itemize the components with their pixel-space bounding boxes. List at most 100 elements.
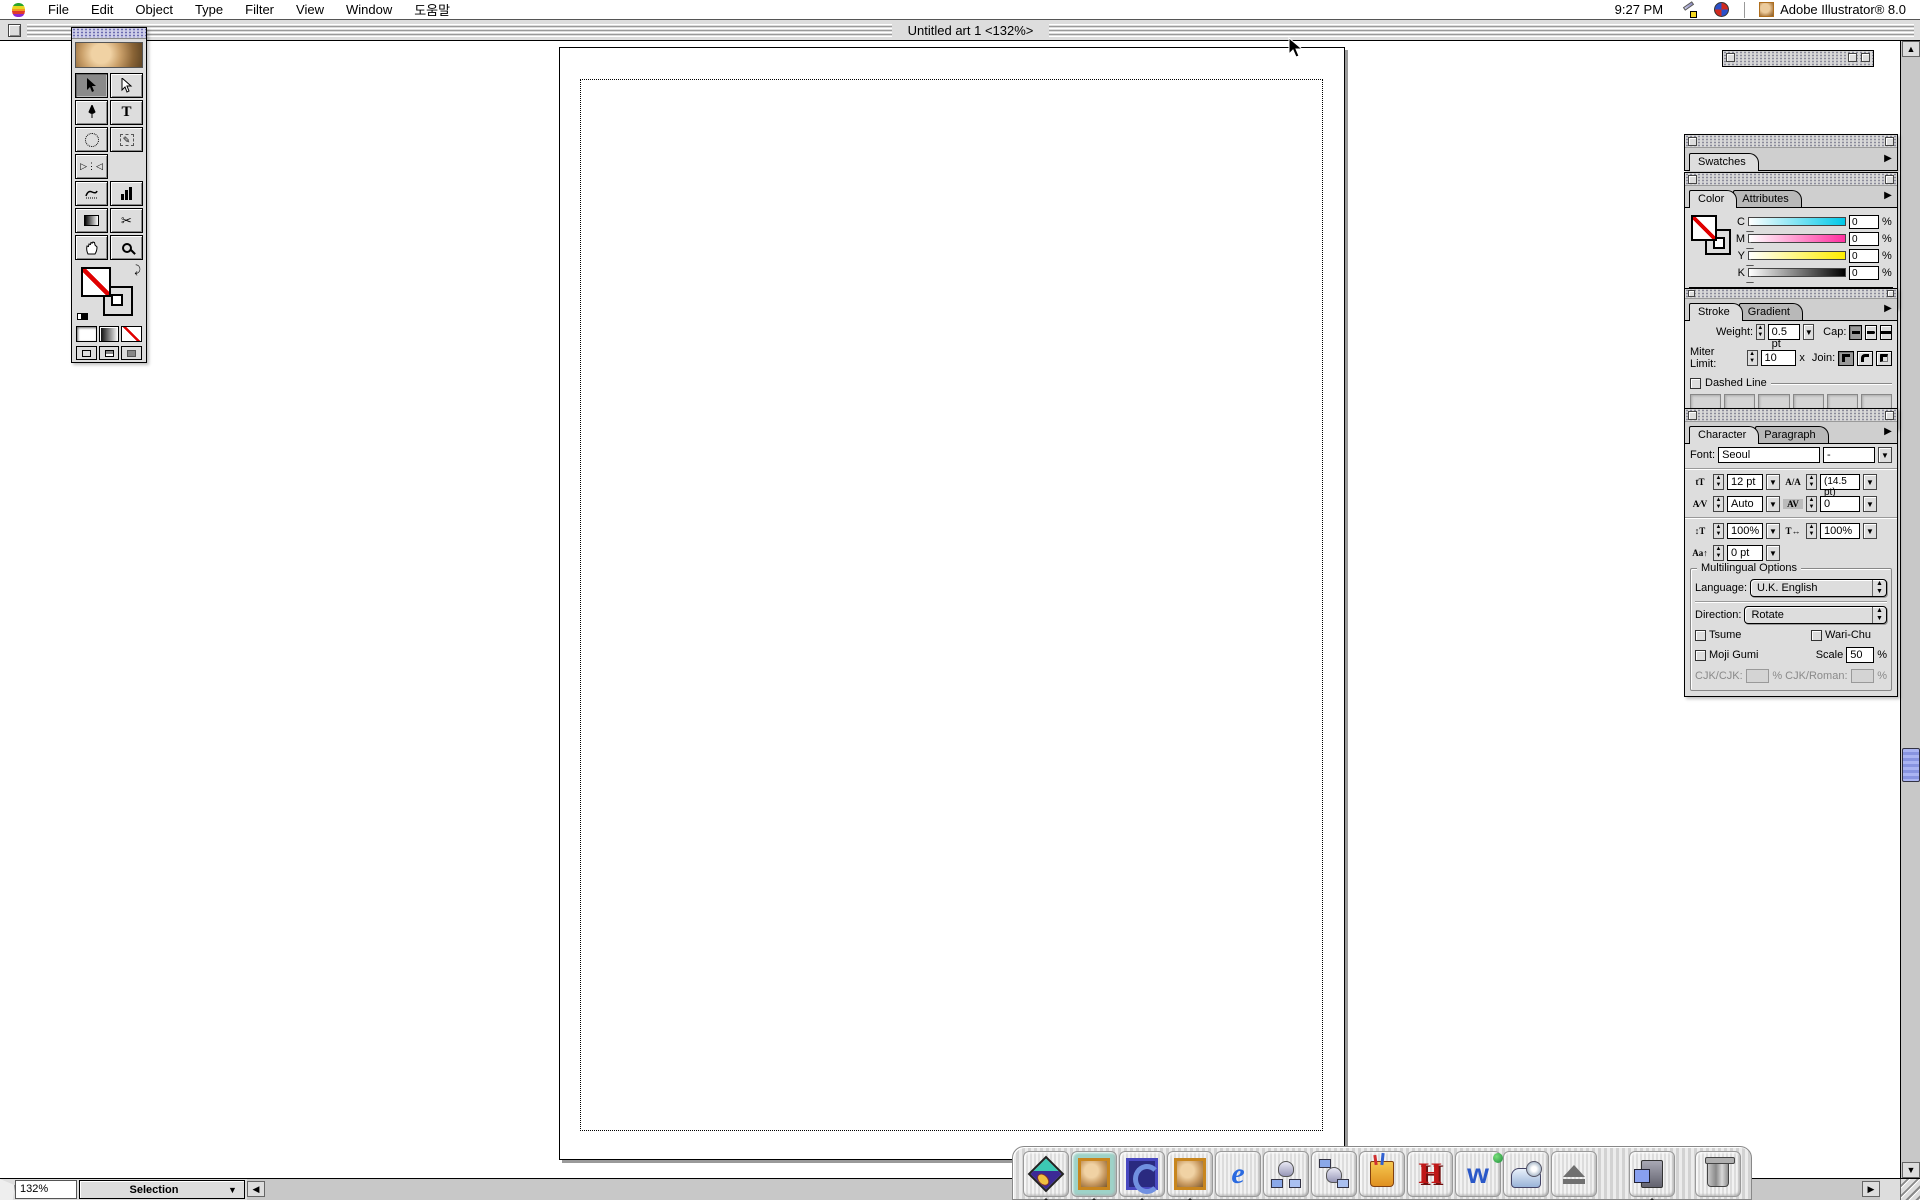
hscale-stepper[interactable]: ▲▼: [1806, 523, 1817, 539]
leading-stepper[interactable]: ▲▼: [1806, 474, 1817, 490]
tab-attributes[interactable]: Attributes: [1733, 190, 1801, 207]
tab-swatches[interactable]: Swatches: [1689, 153, 1759, 171]
scale-field[interactable]: 50: [1846, 647, 1874, 663]
vscale-stepper[interactable]: ▲▼: [1713, 523, 1724, 539]
palette-close-box[interactable]: [1688, 137, 1697, 146]
fullscreen-mode-button[interactable]: [121, 346, 142, 360]
size-stepper[interactable]: ▲▼: [1713, 474, 1724, 490]
miter-join-button[interactable]: [1838, 351, 1854, 366]
font-name-field[interactable]: Seoul: [1718, 447, 1820, 463]
black-value-field[interactable]: 0: [1849, 266, 1879, 280]
scroll-down-button[interactable]: ▼: [1902, 1162, 1920, 1178]
palette-close-box[interactable]: [1688, 290, 1695, 297]
yellow-slider[interactable]: [1748, 251, 1846, 260]
magenta-slider[interactable]: [1748, 234, 1846, 243]
artboard-page[interactable]: [559, 47, 1345, 1160]
collapsed-palette-title[interactable]: [1723, 51, 1873, 66]
swap-fill-stroke-icon[interactable]: ⤸: [134, 264, 141, 277]
reflect-tool[interactable]: ▷⋮◁: [75, 154, 108, 179]
default-fill-stroke-icon[interactable]: [77, 313, 88, 322]
palette-zoom-box[interactable]: [1848, 53, 1857, 62]
palette-menu-button[interactable]: ▶: [1882, 425, 1894, 439]
hand-tool[interactable]: [75, 235, 108, 260]
dock-item-print-spool-2[interactable]: [1311, 1151, 1357, 1197]
menu-edit[interactable]: Edit: [80, 0, 124, 20]
character-title-bar[interactable]: [1685, 409, 1897, 422]
vertical-scrollbar[interactable]: ▲ ▼: [1900, 41, 1920, 1178]
miter-stepper[interactable]: ▲▼: [1747, 350, 1758, 366]
menu-view[interactable]: View: [285, 0, 335, 20]
menu-window[interactable]: Window: [335, 0, 403, 20]
baseline-field[interactable]: 0 pt: [1727, 545, 1763, 561]
rotate-tool[interactable]: [75, 127, 108, 152]
graph-tool[interactable]: [110, 181, 143, 206]
magenta-value-field[interactable]: 0: [1849, 232, 1879, 246]
warichu-checkbox[interactable]: [1811, 630, 1822, 641]
application-menu-label[interactable]: Adobe Illustrator® 8.0: [1780, 2, 1920, 17]
free-transform-tool[interactable]: ✎: [110, 127, 143, 152]
palette-collapse-box[interactable]: [1885, 411, 1894, 420]
palette-collapse-box[interactable]: [1861, 53, 1870, 62]
dock-item-eject[interactable]: [1551, 1151, 1597, 1197]
direct-selection-tool[interactable]: [110, 73, 143, 98]
font-style-field[interactable]: -: [1823, 447, 1875, 463]
round-join-button[interactable]: [1857, 351, 1873, 366]
palette-collapse-box[interactable]: [1885, 137, 1894, 146]
baseline-dropdown-button[interactable]: ▼: [1766, 545, 1780, 561]
gradient-tool[interactable]: [75, 208, 108, 233]
menu-type[interactable]: Type: [184, 0, 234, 20]
standard-screen-mode-button[interactable]: [76, 346, 97, 360]
palette-menu-button[interactable]: ▶: [1882, 152, 1894, 166]
dock-item-blue-swirl-app[interactable]: [1119, 1151, 1165, 1197]
scroll-left-button[interactable]: ◀: [247, 1181, 265, 1197]
palette-close-box[interactable]: [1688, 411, 1697, 420]
palette-close-box[interactable]: [1688, 175, 1697, 184]
dock-item-internet-explorer[interactable]: e: [1215, 1151, 1261, 1197]
dock-item-stationery-cup[interactable]: [1359, 1151, 1405, 1197]
dock-item-word-w[interactable]: w: [1455, 1151, 1501, 1197]
hscale-dropdown-button[interactable]: ▼: [1863, 523, 1877, 539]
tsume-checkbox[interactable]: [1695, 630, 1706, 641]
tab-gradient[interactable]: Gradient: [1739, 303, 1803, 320]
color-title-bar[interactable]: [1685, 173, 1897, 186]
type-tool[interactable]: T: [110, 100, 143, 125]
tracking-field[interactable]: 0: [1820, 496, 1860, 512]
zoom-level-field[interactable]: 132%: [15, 1180, 77, 1199]
yellow-value-field[interactable]: 0: [1849, 249, 1879, 263]
dock-item-paint-app[interactable]: [1023, 1151, 1069, 1197]
fill-color-box[interactable]: [1691, 215, 1717, 241]
hscale-field[interactable]: 100%: [1820, 523, 1860, 539]
weight-stepper[interactable]: ▲▼: [1756, 324, 1765, 340]
menu-object[interactable]: Object: [124, 0, 184, 20]
menu-filter[interactable]: Filter: [234, 0, 285, 20]
dock-item-hangul-h[interactable]: H: [1407, 1151, 1453, 1197]
application-menu-icon[interactable]: [1759, 2, 1774, 17]
scroll-right-button[interactable]: ▶: [1862, 1181, 1880, 1197]
menu-clock[interactable]: 9:27 PM: [1615, 2, 1673, 17]
butt-cap-button[interactable]: [1849, 325, 1861, 340]
tab-stroke[interactable]: Stroke: [1689, 303, 1743, 321]
palette-collapse-box[interactable]: [1887, 290, 1894, 297]
gradient-button[interactable]: [99, 326, 120, 342]
dock-item-print-spool[interactable]: [1263, 1151, 1309, 1197]
tab-paragraph[interactable]: Paragraph: [1755, 426, 1828, 443]
tracking-stepper[interactable]: ▲▼: [1806, 496, 1817, 512]
language-popup[interactable]: U.K. English ▲▼: [1750, 579, 1887, 597]
color-button[interactable]: [76, 326, 97, 342]
bevel-join-button[interactable]: [1876, 351, 1892, 366]
zoom-tool[interactable]: [110, 235, 143, 260]
cyan-slider[interactable]: [1748, 217, 1846, 226]
scissors-tool[interactable]: ✂: [110, 208, 143, 233]
window-close-box[interactable]: [8, 24, 21, 37]
dock-item-finder[interactable]: [1629, 1151, 1675, 1197]
miter-field[interactable]: 10: [1761, 350, 1797, 366]
leading-dropdown-button[interactable]: ▼: [1863, 474, 1877, 490]
round-cap-button[interactable]: [1865, 325, 1877, 340]
status-popup[interactable]: Selection ▼: [79, 1180, 245, 1199]
weight-field[interactable]: 0.5 pt: [1768, 324, 1801, 340]
projecting-cap-button[interactable]: [1880, 325, 1892, 340]
dock-item-toast[interactable]: [1503, 1151, 1549, 1197]
input-method-menu-icon[interactable]: [1681, 2, 1697, 18]
none-button[interactable]: [121, 326, 142, 342]
menu-help[interactable]: 도움말: [403, 0, 461, 20]
